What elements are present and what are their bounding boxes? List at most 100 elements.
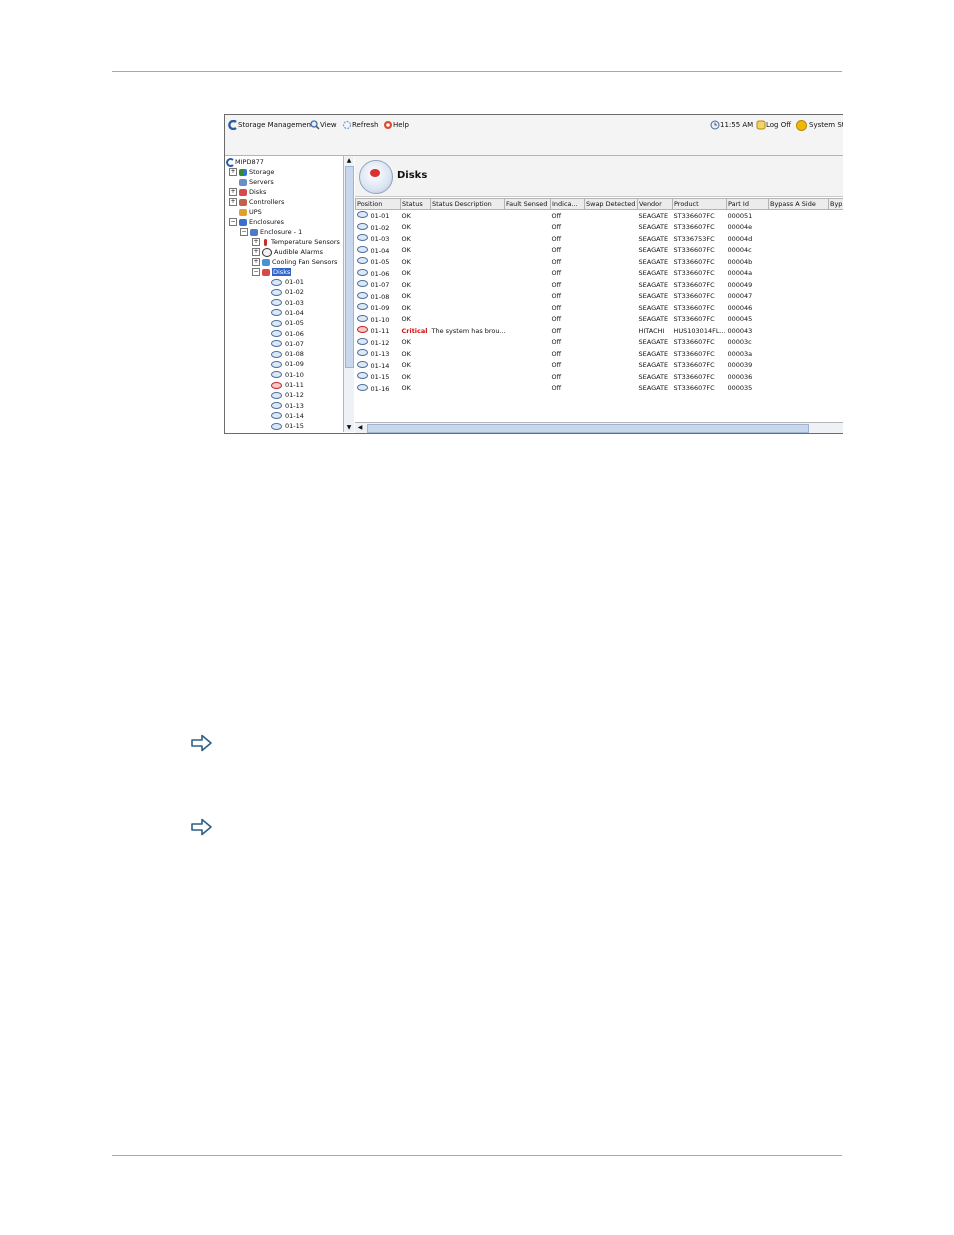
refresh-button[interactable]: Refresh: [342, 119, 378, 131]
expand-toggle[interactable]: +: [229, 188, 237, 196]
cell-text: 000046: [727, 303, 753, 312]
cell-text: SEAGATE: [638, 257, 669, 266]
cell-text: 00004a: [727, 269, 753, 278]
column-header[interactable]: Fault Sensed: [504, 198, 551, 210]
column-header[interactable]: Indica...: [550, 198, 585, 210]
table-row[interactable]: 01-03 OK Off SEAGATE ST336753FC 00004d: [356, 233, 844, 245]
tree-item-disk[interactable]: 01-15: [271, 421, 304, 431]
cell-empty: [769, 245, 829, 257]
tree-item-disk[interactable]: 01-04: [271, 308, 304, 318]
tree-item-storage[interactable]: + Storage: [229, 167, 274, 177]
column-header[interactable]: Product: [672, 198, 727, 210]
table-row[interactable]: 01-05 OK Off SEAGATE ST336607FC 00004b: [356, 256, 844, 268]
cell-swap: [585, 233, 638, 245]
cell-swap: [585, 222, 638, 234]
tree-vertical-scrollbar[interactable]: ▲ ▼: [343, 156, 354, 432]
cell-text: SEAGATE: [638, 223, 669, 232]
tree-item-servers[interactable]: Servers: [239, 177, 274, 187]
column-header[interactable]: Byp: [828, 198, 843, 210]
cell-text: 01-07: [370, 281, 390, 290]
tree-label-disk: 01-12: [285, 391, 304, 400]
table-row[interactable]: 01-08 OK Off SEAGATE ST336607FC 000047: [356, 291, 844, 303]
tree-item-disk[interactable]: 01-01: [271, 277, 304, 287]
table-row[interactable]: 01-09 OK Off SEAGATE ST336607FC 000046: [356, 302, 844, 314]
table-row[interactable]: 01-06 OK Off SEAGATE ST336607FC 00004a: [356, 268, 844, 280]
tree-item-disk[interactable]: 01-05: [271, 318, 304, 328]
tree-item-disk[interactable]: 01-13: [271, 401, 304, 411]
expand-toggle[interactable]: +: [252, 248, 260, 256]
cell-indicator: Off: [551, 383, 585, 395]
scroll-thumb[interactable]: [345, 166, 354, 368]
storage-management-button[interactable]: Storage Management: [228, 119, 314, 131]
table-row[interactable]: 01-12 OK Off SEAGATE ST336607FC 00003c: [356, 337, 844, 349]
alarm-icon: [262, 247, 272, 257]
column-header[interactable]: Position: [355, 198, 401, 210]
tree-item-ups[interactable]: UPS: [239, 207, 262, 217]
disk-icon: [356, 303, 368, 311]
tree-item-disk[interactable]: 01-11: [271, 380, 304, 390]
cell-empty: [829, 325, 844, 337]
table-row[interactable]: 01-01 OK Off SEAGATE ST336607FC 000051: [356, 210, 844, 222]
cell-fault: [505, 279, 551, 291]
table-row[interactable]: 01-11 Critical The system has brou... Off HI…: [356, 325, 844, 337]
view-button[interactable]: View: [310, 119, 337, 131]
collapse-toggle[interactable]: −: [252, 268, 260, 276]
tree-item-audible-alarms[interactable]: + Audible Alarms: [252, 247, 323, 257]
table-horizontal-scrollbar[interactable]: ◀: [355, 422, 843, 433]
column-header[interactable]: Status Description: [430, 198, 505, 210]
log-off-button[interactable]: Log Off: [756, 119, 791, 131]
expand-toggle[interactable]: +: [252, 258, 260, 266]
cell-text: OK: [401, 338, 411, 347]
scroll-thumb[interactable]: [367, 424, 809, 433]
tree-item-controllers[interactable]: + Controllers: [229, 197, 284, 207]
tree-item-disk[interactable]: 01-03: [271, 298, 304, 308]
table-row[interactable]: 01-15 OK Off SEAGATE ST336607FC 000036: [356, 371, 844, 383]
tree-item-root[interactable]: MIPD877: [226, 157, 264, 167]
column-header[interactable]: Part Id: [726, 198, 769, 210]
cell-vendor: SEAGATE: [638, 360, 673, 372]
table-row[interactable]: 01-02 OK Off SEAGATE ST336607FC 00004e: [356, 222, 844, 234]
expand-toggle[interactable]: +: [229, 168, 237, 176]
table-row[interactable]: 01-04 OK Off SEAGATE ST336607FC 00004c: [356, 245, 844, 257]
tree-label-disk: 01-13: [285, 401, 304, 410]
tree-item-disks-node[interactable]: − Disks: [252, 267, 292, 277]
tree-item-disk[interactable]: 01-14: [271, 411, 304, 421]
column-header[interactable]: Swap Detected: [584, 198, 638, 210]
table-row[interactable]: 01-10 OK Off SEAGATE ST336607FC 000045: [356, 314, 844, 326]
scroll-up-arrow[interactable]: ▲: [344, 156, 354, 165]
scroll-left-arrow[interactable]: ◀: [355, 423, 365, 433]
tree-item-disk[interactable]: 01-12: [271, 390, 304, 400]
expand-toggle[interactable]: +: [252, 238, 260, 246]
tree-item-cooling-fan-sensors[interactable]: + Cooling Fan Sensors: [252, 257, 337, 267]
tree-item-disk[interactable]: 01-08: [271, 349, 304, 359]
expand-toggle[interactable]: +: [229, 198, 237, 206]
tree-item-enclosure-1[interactable]: − Enclosure - 1: [240, 227, 302, 237]
tree-item-disk[interactable]: 01-02: [271, 287, 304, 297]
scroll-down-arrow[interactable]: ▼: [344, 423, 354, 432]
enclosure-icon: [250, 228, 258, 236]
tree-item-temperature-sensors[interactable]: + Temperature Sensors: [252, 237, 340, 247]
tree-item-disk[interactable]: 01-10: [271, 370, 304, 380]
column-header[interactable]: Status: [400, 198, 431, 210]
help-button[interactable]: Help: [383, 119, 409, 131]
system-status-button[interactable]: System Sta: [796, 119, 843, 131]
cell-position: 01-16: [356, 383, 401, 395]
cell-text: HITACHI: [638, 326, 665, 335]
cell-empty: [769, 383, 829, 395]
column-header[interactable]: Vendor: [637, 198, 673, 210]
table-row[interactable]: 01-13 OK Off SEAGATE ST336607FC 00003a: [356, 348, 844, 360]
tree-item-disks[interactable]: + Disks: [229, 187, 266, 197]
column-header[interactable]: Bypass A Side: [768, 198, 829, 210]
tree-item-disk[interactable]: 01-07: [271, 339, 304, 349]
table-row[interactable]: 01-16 OK Off SEAGATE ST336607FC 000035: [356, 383, 844, 395]
tree-item-enclosures[interactable]: − Enclosures: [229, 217, 284, 227]
table-row[interactable]: 01-14 OK Off SEAGATE ST336607FC 000039: [356, 360, 844, 372]
cell-text: OK: [401, 257, 411, 266]
tree-item-disk[interactable]: 01-09: [271, 359, 304, 369]
tree-item-disk[interactable]: 01-06: [271, 329, 304, 339]
table-row[interactable]: 01-07 OK Off SEAGATE ST336607FC 000049: [356, 279, 844, 291]
cell-position: 01-11: [356, 325, 401, 337]
cell-desc: The system has brou...: [431, 325, 505, 337]
collapse-toggle[interactable]: −: [240, 228, 248, 236]
collapse-toggle[interactable]: −: [229, 218, 237, 226]
